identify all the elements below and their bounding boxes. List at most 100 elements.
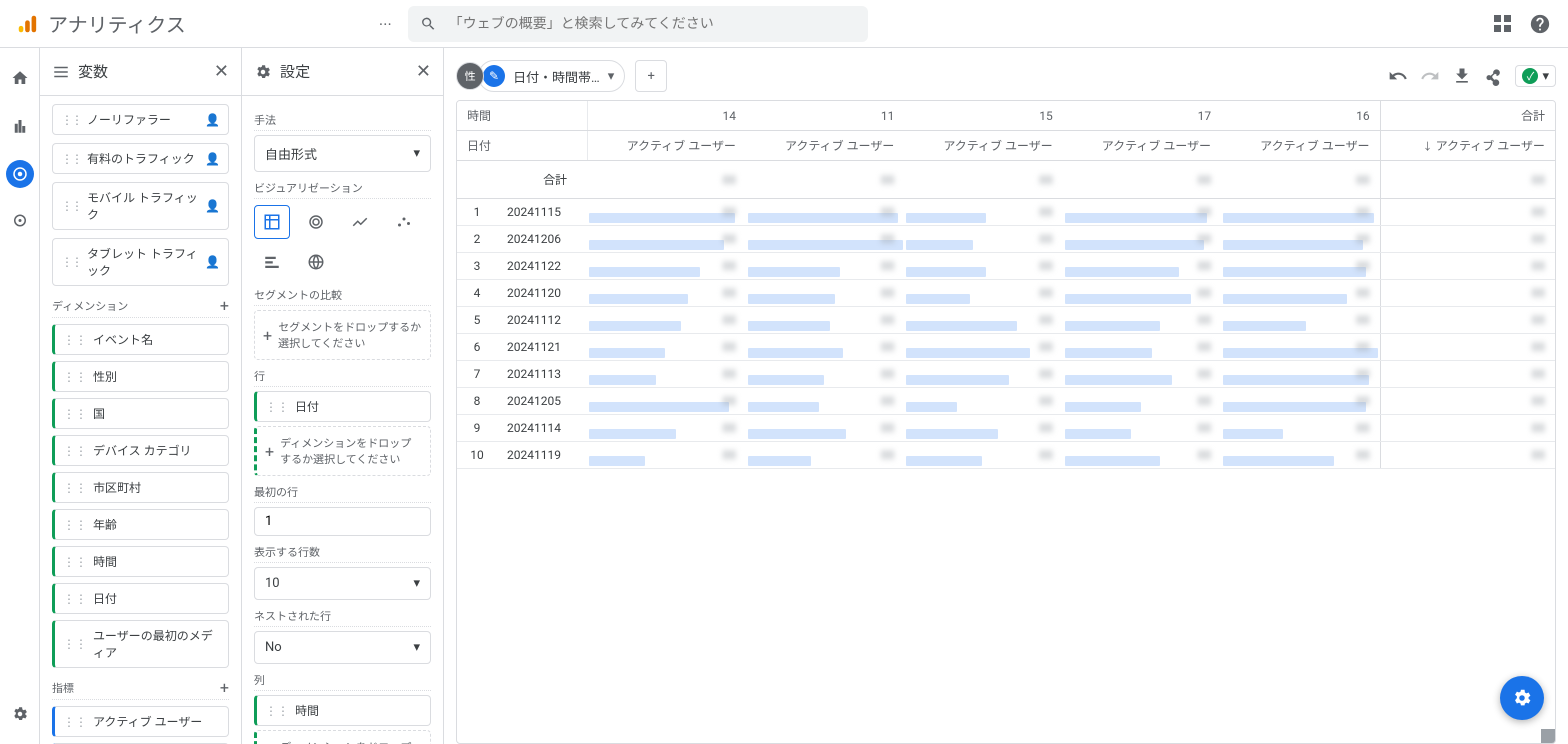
- first-row-input[interactable]: [254, 507, 431, 536]
- segment-drop-zone[interactable]: +セグメントをドロップするか選択してください: [254, 310, 431, 360]
- download-icon[interactable]: [1451, 65, 1473, 87]
- rail-ads-icon[interactable]: [6, 208, 34, 236]
- hour-col[interactable]: 11: [746, 101, 904, 131]
- row-date[interactable]: 20241119: [497, 442, 587, 469]
- viz-line-icon[interactable]: [342, 205, 378, 239]
- row-total-cell: 88: [1380, 226, 1555, 253]
- metric-header-total[interactable]: ↓ アクティブ ユーザー: [1380, 131, 1555, 161]
- dimension-chip[interactable]: ⋮⋮イベント名: [52, 324, 229, 355]
- data-cell: 88: [904, 415, 1062, 442]
- dimension-chip[interactable]: ⋮⋮市区町村: [52, 472, 229, 503]
- show-rows-select[interactable]: 10▾: [254, 567, 431, 600]
- blurred-value: 88: [1221, 161, 1380, 199]
- search-bar[interactable]: [408, 6, 868, 42]
- help-icon[interactable]: [1528, 12, 1552, 36]
- metric-header[interactable]: アクティブ ユーザー: [1221, 131, 1380, 161]
- user-segment-icon: 👤: [205, 255, 220, 269]
- chevron-down-icon: ▾: [413, 576, 420, 591]
- tab-chip[interactable]: ✎ 日付・時間帯… ▾: [478, 60, 625, 92]
- nested-label: ネストされた行: [254, 608, 431, 627]
- close-variables-icon[interactable]: ✕: [214, 61, 229, 82]
- metric-header[interactable]: アクティブ ユーザー: [746, 131, 904, 161]
- hour-col[interactable]: 14: [587, 101, 746, 131]
- search-input[interactable]: [449, 16, 856, 32]
- segment-chip[interactable]: ⋮⋮モバイル トラフィック👤: [52, 182, 229, 230]
- dimension-chip[interactable]: ⋮⋮年齢: [52, 509, 229, 540]
- check-icon: ✓: [1522, 68, 1538, 84]
- insights-fab[interactable]: [1500, 676, 1544, 720]
- row-drop-zone[interactable]: +ディメンションをドロップするか選択してください: [254, 426, 431, 476]
- row-total-cell: 88: [1380, 361, 1555, 388]
- row-date[interactable]: 20241206: [497, 226, 587, 253]
- metric-header[interactable]: アクティブ ユーザー: [587, 131, 746, 161]
- variables-title: 変数: [78, 61, 206, 82]
- data-cell: 88: [1221, 199, 1380, 226]
- dimension-chip[interactable]: ⋮⋮ユーザーの最初のメディア: [52, 620, 229, 668]
- row-date[interactable]: 20241122: [497, 253, 587, 280]
- data-cell: 88: [746, 253, 904, 280]
- hour-col[interactable]: 17: [1063, 101, 1221, 131]
- more-menu-icon[interactable]: ⋯: [379, 14, 392, 33]
- viz-donut-icon[interactable]: [298, 205, 334, 239]
- viz-table-icon[interactable]: [254, 205, 290, 239]
- add-tab-button[interactable]: +: [635, 60, 667, 92]
- viz-geo-icon[interactable]: [298, 245, 334, 279]
- rail-home-icon[interactable]: [6, 64, 34, 92]
- metric-header[interactable]: アクティブ ユーザー: [904, 131, 1062, 161]
- row-date[interactable]: 20241120: [497, 280, 587, 307]
- row-index: 1: [457, 199, 497, 226]
- metric-header[interactable]: アクティブ ユーザー: [1063, 131, 1221, 161]
- hour-col[interactable]: 15: [904, 101, 1062, 131]
- undo-icon[interactable]: [1387, 65, 1409, 87]
- data-cell: 88: [1063, 226, 1221, 253]
- hour-col[interactable]: 16: [1221, 101, 1380, 131]
- rail-admin-icon[interactable]: [6, 700, 34, 728]
- row-total-cell: 88: [1380, 442, 1555, 469]
- row-date[interactable]: 20241115: [497, 199, 587, 226]
- rail-explore-icon[interactable]: [6, 160, 34, 188]
- row-date[interactable]: 20241113: [497, 361, 587, 388]
- row-date[interactable]: 20241114: [497, 415, 587, 442]
- close-settings-icon[interactable]: ✕: [416, 61, 431, 82]
- sample-status[interactable]: ✓▾: [1515, 65, 1556, 87]
- metric-chip[interactable]: ⋮⋮アクティブ ユーザー: [52, 706, 229, 737]
- row-index: 10: [457, 442, 497, 469]
- row-date[interactable]: 20241121: [497, 334, 587, 361]
- total-row-label: 合計: [497, 161, 587, 199]
- segment-chip[interactable]: ⋮⋮有料のトラフィック👤: [52, 143, 229, 174]
- rail-reports-icon[interactable]: [6, 112, 34, 140]
- col-drop-zone[interactable]: +ディメンションをドロップするか選択してください: [254, 730, 431, 744]
- dimension-chip[interactable]: ⋮⋮国: [52, 398, 229, 429]
- apps-icon[interactable]: [1490, 12, 1514, 36]
- data-cell: 88: [746, 199, 904, 226]
- chevron-down-icon[interactable]: ▾: [608, 69, 615, 84]
- nested-select[interactable]: No▾: [254, 631, 431, 664]
- data-cell: 88: [746, 307, 904, 334]
- add-dimension-icon[interactable]: +: [220, 296, 229, 315]
- viz-bar-icon[interactable]: [254, 245, 290, 279]
- logo[interactable]: アナリティクス: [16, 9, 186, 38]
- dimension-chip[interactable]: ⋮⋮デバイス カテゴリ: [52, 435, 229, 466]
- share-icon[interactable]: [1483, 65, 1505, 87]
- technique-select[interactable]: 自由形式▾: [254, 135, 431, 172]
- dimension-chip[interactable]: ⋮⋮日付: [52, 583, 229, 614]
- dimension-chip[interactable]: ⋮⋮性別: [52, 361, 229, 392]
- settings-panel: 設定 ✕ 手法 自由形式▾ ビジュアリゼーション セグメントの比較: [242, 48, 444, 744]
- row-date[interactable]: 20241205: [497, 388, 587, 415]
- tab-badge[interactable]: 性: [456, 62, 484, 90]
- data-cell: 88: [904, 307, 1062, 334]
- segment-chip[interactable]: ⋮⋮ノーリファラー👤: [52, 104, 229, 135]
- segment-chip[interactable]: ⋮⋮タブレット トラフィック👤: [52, 238, 229, 286]
- data-cell: 88: [904, 334, 1062, 361]
- redo-icon[interactable]: [1419, 65, 1441, 87]
- col-dimension-chip[interactable]: ⋮⋮時間: [254, 695, 431, 726]
- dimension-chip[interactable]: ⋮⋮時間: [52, 546, 229, 577]
- row-dimension-chip[interactable]: ⋮⋮日付: [254, 391, 431, 422]
- row-date[interactable]: 20241112: [497, 307, 587, 334]
- scroll-corner: [1541, 729, 1555, 743]
- viz-scatter-icon[interactable]: [386, 205, 422, 239]
- data-table: 時間 14 11 15 17 16 合計 日付 アクティブ ユーザー アクティブ…: [456, 100, 1556, 744]
- data-cell: 88: [587, 334, 746, 361]
- add-metric-icon[interactable]: +: [220, 678, 229, 697]
- data-cell: 88: [587, 361, 746, 388]
